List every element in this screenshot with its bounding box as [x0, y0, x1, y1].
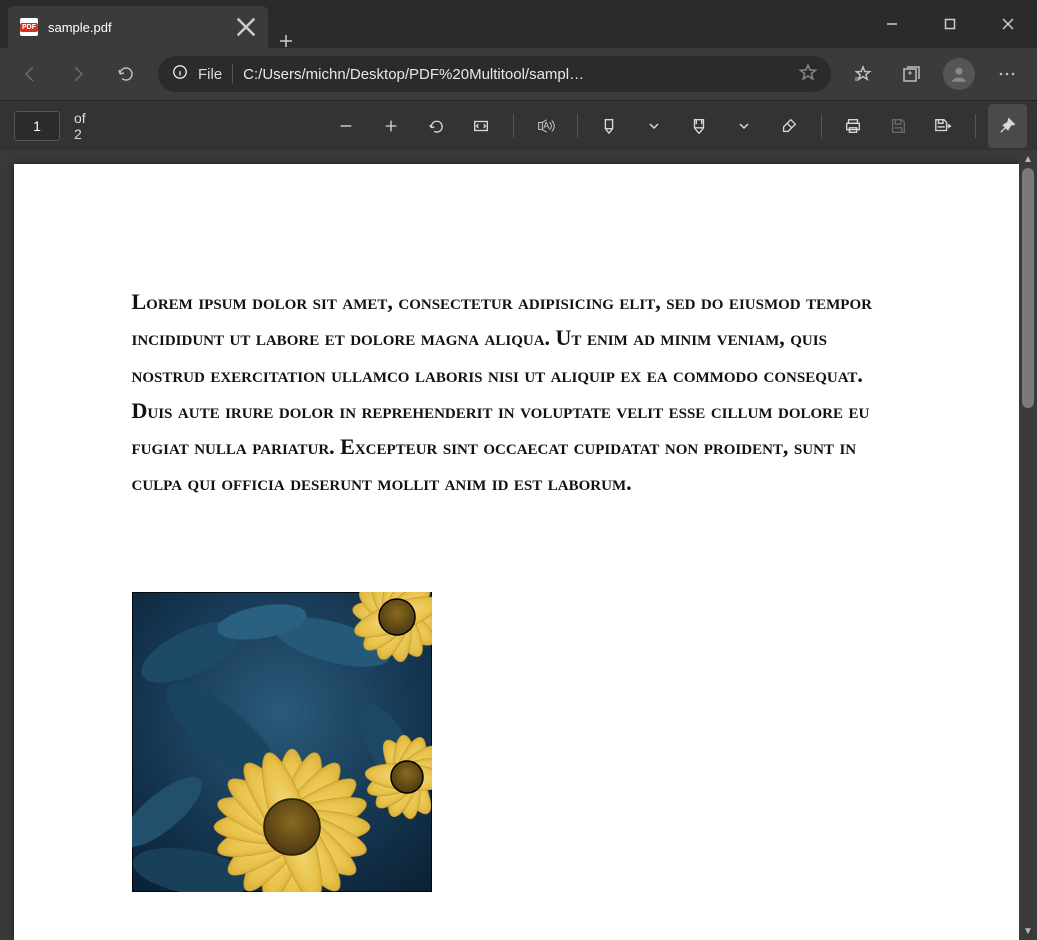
window-controls — [863, 0, 1037, 48]
back-button[interactable] — [8, 52, 52, 96]
address-bar-row: File C:/Users/michn/Desktop/PDF%20Multit… — [0, 48, 1037, 100]
toolbar-separator — [821, 114, 822, 138]
draw-dropdown[interactable] — [635, 104, 674, 148]
tab-active[interactable]: PDF sample.pdf — [8, 6, 268, 48]
tab-close-button[interactable] — [236, 17, 256, 37]
toolbar-separator — [975, 114, 976, 138]
document-image — [132, 592, 432, 892]
pdf-badge: PDF — [20, 23, 38, 32]
highlight-button[interactable] — [680, 104, 719, 148]
pin-toolbar-button[interactable] — [988, 104, 1027, 148]
rotate-button[interactable] — [417, 104, 456, 148]
scrollbar-thumb[interactable] — [1022, 168, 1034, 408]
erase-button[interactable] — [770, 104, 809, 148]
scroll-up-arrow[interactable]: ▲ — [1019, 150, 1037, 168]
print-button[interactable] — [834, 104, 873, 148]
page-number-input[interactable] — [14, 111, 60, 141]
draw-button[interactable] — [590, 104, 629, 148]
scroll-down-arrow[interactable]: ▼ — [1019, 922, 1037, 940]
forward-button[interactable] — [56, 52, 100, 96]
profile-button[interactable] — [937, 52, 981, 96]
pdf-viewport: Lorem ipsum dolor sit amet, consectetur … — [0, 150, 1037, 940]
close-window-button[interactable] — [979, 0, 1037, 48]
collections-button[interactable] — [889, 52, 933, 96]
minimize-button[interactable] — [863, 0, 921, 48]
new-tab-button[interactable] — [268, 34, 304, 48]
maximize-button[interactable] — [921, 0, 979, 48]
url-text: C:/Users/michn/Desktop/PDF%20Multitool/s… — [243, 66, 789, 83]
read-aloud-button[interactable]: A — [526, 104, 565, 148]
tab-strip: PDF sample.pdf — [0, 0, 304, 48]
document-paragraph: Lorem ipsum dolor sit amet, consectetur … — [132, 284, 902, 502]
address-divider — [232, 64, 233, 84]
titlebar: PDF sample.pdf — [0, 0, 1037, 48]
favorites-button[interactable] — [841, 52, 885, 96]
toolbar-separator — [513, 114, 514, 138]
info-icon[interactable] — [172, 64, 188, 84]
pdf-favicon: PDF — [20, 18, 38, 36]
fit-page-button[interactable] — [462, 104, 501, 148]
browser-window: PDF sample.pdf — [0, 0, 1037, 940]
page-count-label: of 2 — [74, 110, 95, 142]
avatar — [943, 58, 975, 90]
address-bar[interactable]: File C:/Users/michn/Desktop/PDF%20Multit… — [158, 56, 831, 92]
more-button[interactable] — [985, 52, 1029, 96]
save-as-button[interactable] — [924, 104, 963, 148]
favorite-star-icon[interactable] — [799, 63, 817, 85]
scrollbar-track[interactable] — [1019, 168, 1037, 922]
zoom-in-button[interactable] — [372, 104, 411, 148]
save-button[interactable] — [879, 104, 918, 148]
zoom-out-button[interactable] — [327, 104, 366, 148]
toolbar-separator — [577, 114, 578, 138]
vertical-scrollbar[interactable]: ▲ ▼ — [1019, 150, 1037, 940]
pdf-toolbar: of 2 A — [0, 100, 1037, 150]
svg-text:A: A — [544, 120, 550, 130]
refresh-button[interactable] — [104, 52, 148, 96]
tab-title: sample.pdf — [48, 20, 226, 35]
highlight-dropdown[interactable] — [725, 104, 764, 148]
pdf-page: Lorem ipsum dolor sit amet, consectetur … — [14, 164, 1019, 940]
pdf-scroll-region[interactable]: Lorem ipsum dolor sit amet, consectetur … — [0, 150, 1019, 940]
file-scheme-label: File — [198, 66, 222, 83]
